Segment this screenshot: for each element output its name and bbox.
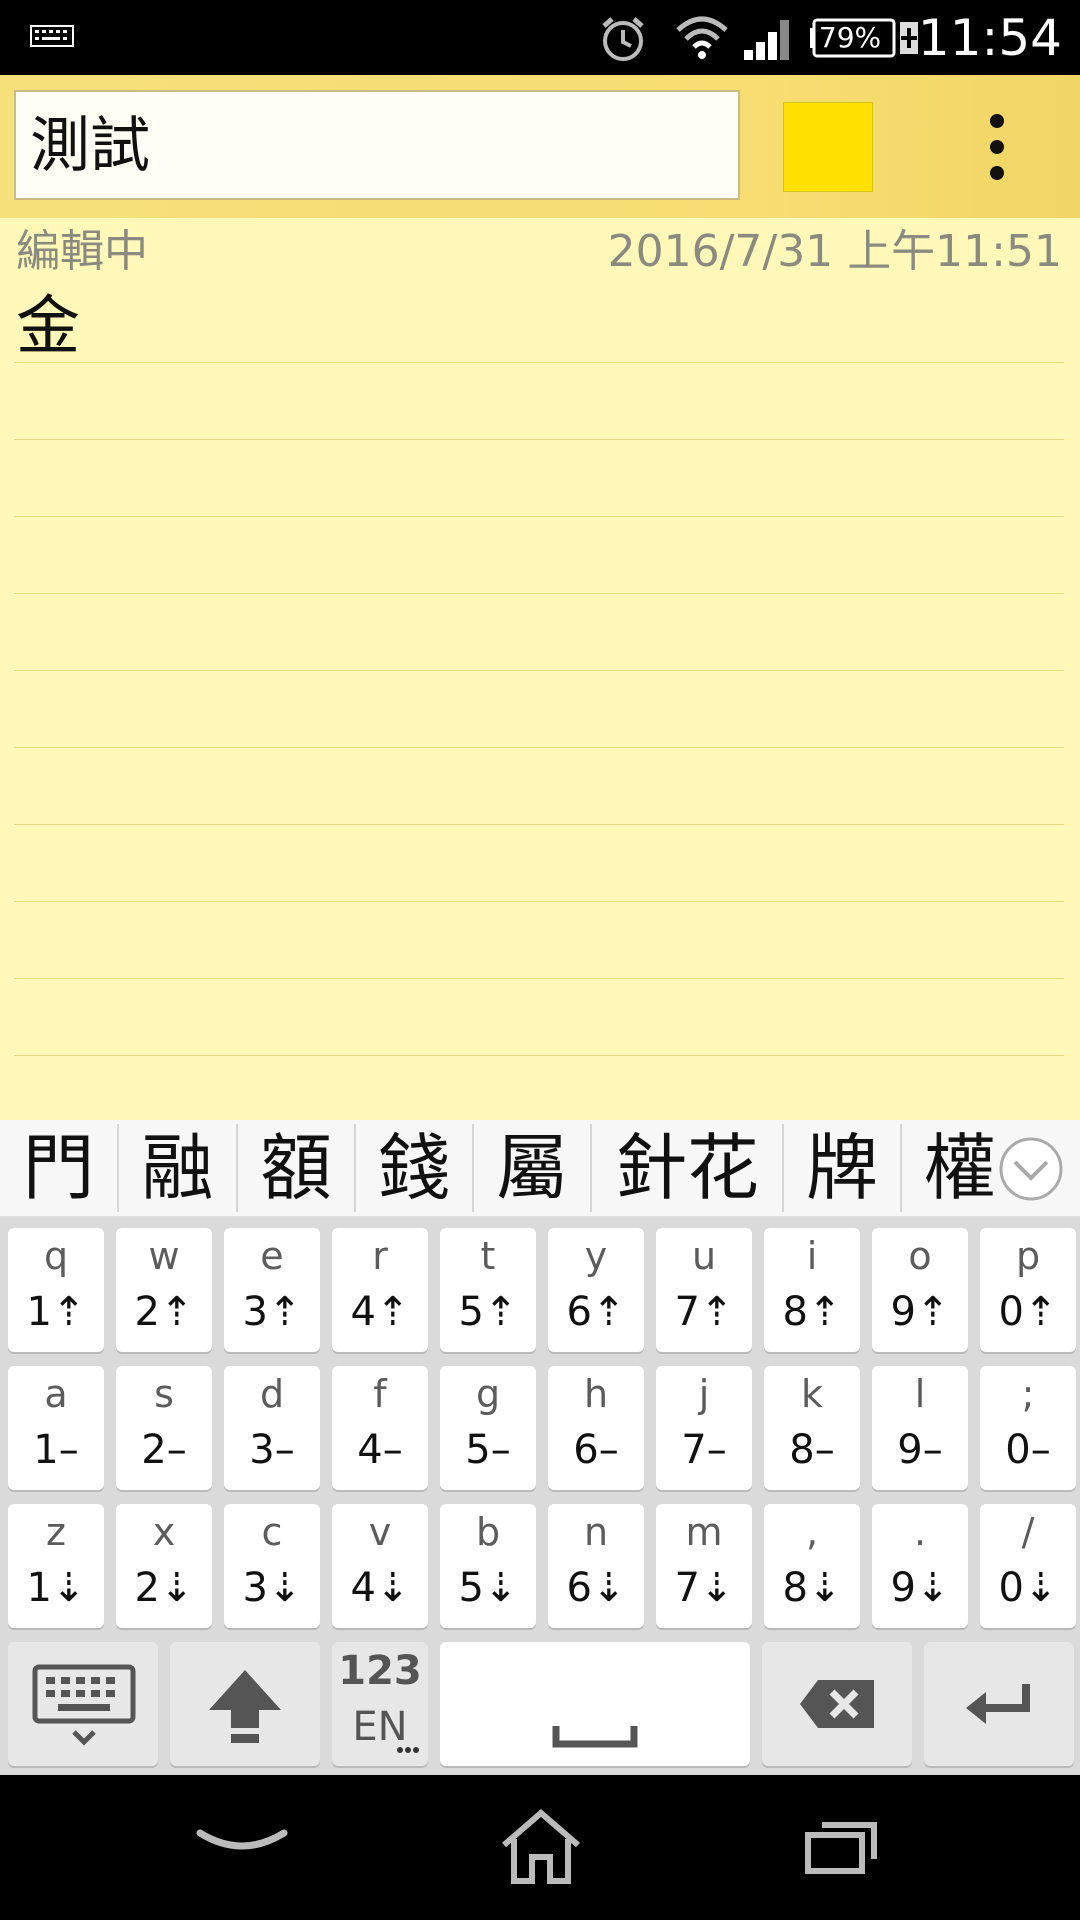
backspace-button[interactable]: [762, 1642, 912, 1766]
soft-keyboard: q 1⇡ w 2⇡ e 3⇡ r 4⇡ t 5⇡ y 6⇡ u 7⇡ i 8⇡ o 9⇡ p 0⇡ …: [0, 1218, 1080, 1775]
input-mode-button[interactable]: 123 EN: [332, 1642, 428, 1766]
key-v[interactable]: v 4⇣: [332, 1504, 428, 1628]
candidate-item[interactable]: 門: [0, 1120, 117, 1216]
key-h[interactable]: h 6–: [548, 1366, 644, 1490]
key-m[interactable]: m 7⇣: [656, 1504, 752, 1628]
note-body-input[interactable]: 金: [14, 287, 1064, 1120]
key-semicolon[interactable]: ; 0–: [980, 1366, 1076, 1490]
key-p[interactable]: p 0⇡: [980, 1228, 1076, 1352]
space-icon: [552, 1726, 638, 1748]
key-s[interactable]: s 2–: [116, 1366, 212, 1490]
key-period[interactable]: . 9⇣: [872, 1504, 968, 1628]
note-body-text: 金: [16, 290, 80, 364]
key-d[interactable]: d 3–: [224, 1366, 320, 1490]
back-icon[interactable]: [196, 1825, 288, 1865]
key-y[interactable]: y 6⇡: [548, 1228, 644, 1352]
hide-keyboard-button[interactable]: [8, 1642, 158, 1766]
enter-button[interactable]: [924, 1642, 1074, 1766]
key-c[interactable]: c 3⇣: [224, 1504, 320, 1628]
title-input[interactable]: 測試: [14, 90, 740, 200]
candidate-item[interactable]: 額: [238, 1120, 354, 1216]
key-j[interactable]: j 7–: [656, 1366, 752, 1490]
color-picker-button[interactable]: [783, 102, 873, 192]
battery-percent: 79%: [818, 21, 882, 54]
signal-icon: [744, 20, 789, 60]
battery-indicator: 79%: [808, 18, 920, 58]
key-e[interactable]: e 3⇡: [224, 1228, 320, 1352]
clock: 11:54: [917, 9, 1062, 67]
status-bar: 79% 11:54: [0, 0, 1080, 75]
candidate-item[interactable]: 融: [119, 1120, 236, 1216]
navigation-bar: [0, 1775, 1080, 1920]
key-n[interactable]: n 6⇣: [548, 1504, 644, 1628]
wifi-icon: [676, 16, 728, 59]
key-q[interactable]: q 1⇡: [8, 1228, 104, 1352]
recents-icon[interactable]: [804, 1819, 878, 1875]
note-editor: 測試 編輯中 2016/7/31 上午11:51 金: [0, 75, 1080, 1120]
key-a[interactable]: a 1–: [8, 1366, 104, 1490]
home-icon[interactable]: [500, 1809, 582, 1885]
key-comma[interactable]: , 8⇣: [764, 1504, 860, 1628]
key-u[interactable]: u 7⇡: [656, 1228, 752, 1352]
more-options-icon[interactable]: [972, 110, 1022, 185]
keyboard-hide-icon: [32, 1664, 136, 1746]
shift-button[interactable]: [170, 1642, 320, 1766]
shift-icon: [209, 1670, 281, 1743]
key-i[interactable]: i 8⇡: [764, 1228, 860, 1352]
candidate-bar: 門 融 額 錢 屬 針花 牌 權: [0, 1120, 1080, 1218]
candidate-item[interactable]: 權: [902, 1120, 996, 1216]
expand-candidates-icon[interactable]: [998, 1136, 1064, 1202]
alarm-icon: [602, 17, 644, 61]
key-r[interactable]: r 4⇡: [332, 1228, 428, 1352]
key-b[interactable]: b 5⇣: [440, 1504, 536, 1628]
candidate-item[interactable]: 牌: [784, 1120, 900, 1216]
candidate-item[interactable]: 針花: [592, 1120, 782, 1216]
space-button[interactable]: [440, 1642, 750, 1766]
more-dots-icon: [397, 1747, 419, 1753]
key-t[interactable]: t 5⇡: [440, 1228, 536, 1352]
key-z[interactable]: z 1⇣: [8, 1504, 104, 1628]
key-l[interactable]: l 9–: [872, 1366, 968, 1490]
key-g[interactable]: g 5–: [440, 1366, 536, 1490]
enter-icon: [966, 1684, 1030, 1724]
candidate-item[interactable]: 屬: [474, 1120, 590, 1216]
edit-status: 編輯中: [16, 226, 148, 277]
note-meta: 編輯中 2016/7/31 上午11:51: [0, 218, 1080, 286]
key-x[interactable]: x 2⇣: [116, 1504, 212, 1628]
key-f[interactable]: f 4–: [332, 1366, 428, 1490]
keyboard-indicator-icon: [30, 25, 74, 47]
key-slash[interactable]: /0⇣: [980, 1504, 1076, 1628]
key-k[interactable]: k 8–: [764, 1366, 860, 1490]
note-datetime: 2016/7/31 上午11:51: [607, 226, 1062, 277]
note-header: 測試: [0, 75, 1080, 218]
candidate-item[interactable]: 錢: [356, 1120, 472, 1216]
key-o[interactable]: o 9⇡: [872, 1228, 968, 1352]
title-text: 測試: [30, 111, 150, 181]
key-w[interactable]: w 2⇡: [116, 1228, 212, 1352]
backspace-icon: [800, 1680, 874, 1728]
